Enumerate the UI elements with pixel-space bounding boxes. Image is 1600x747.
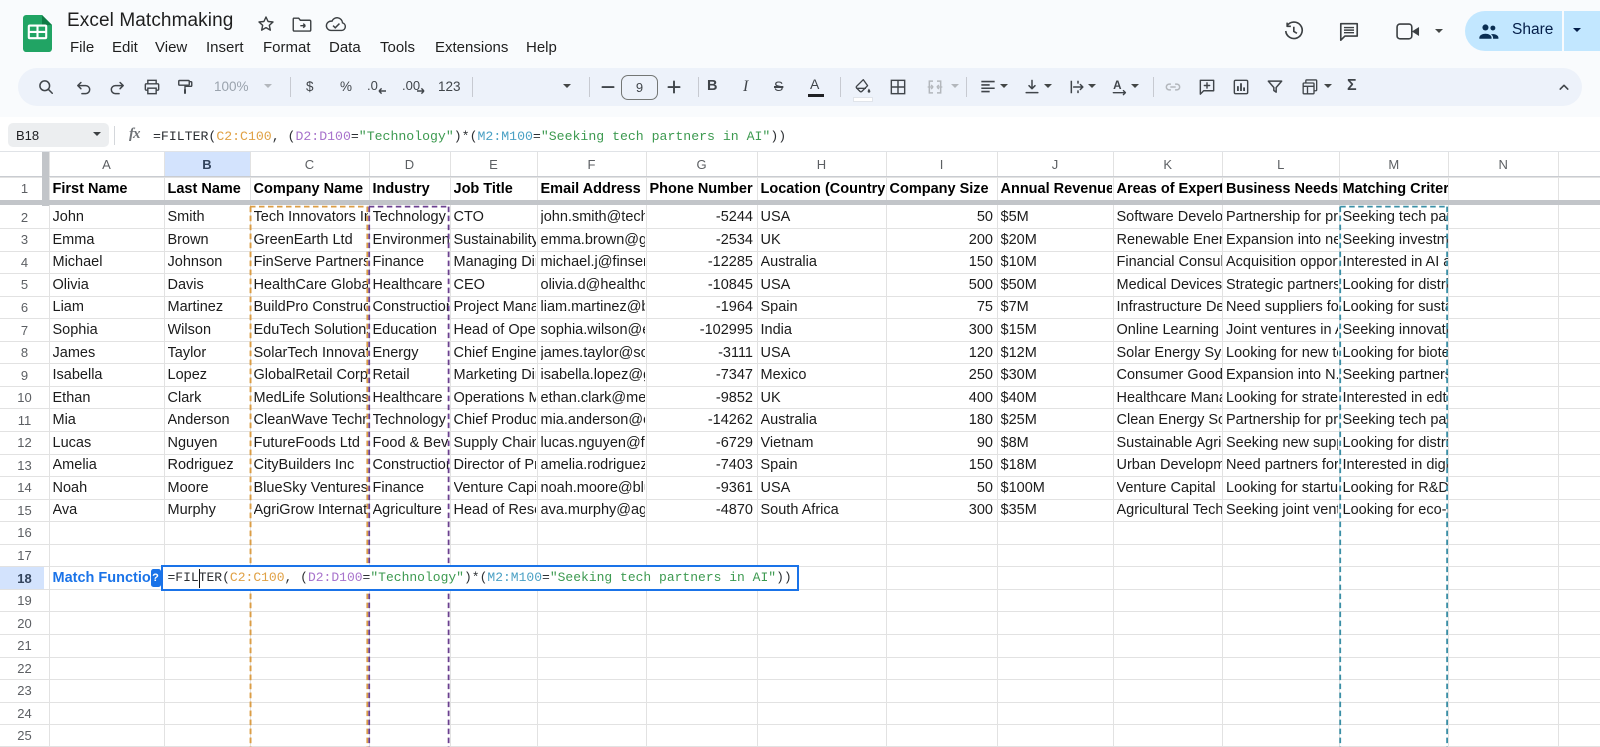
svg-text:A: A xyxy=(1113,79,1122,92)
